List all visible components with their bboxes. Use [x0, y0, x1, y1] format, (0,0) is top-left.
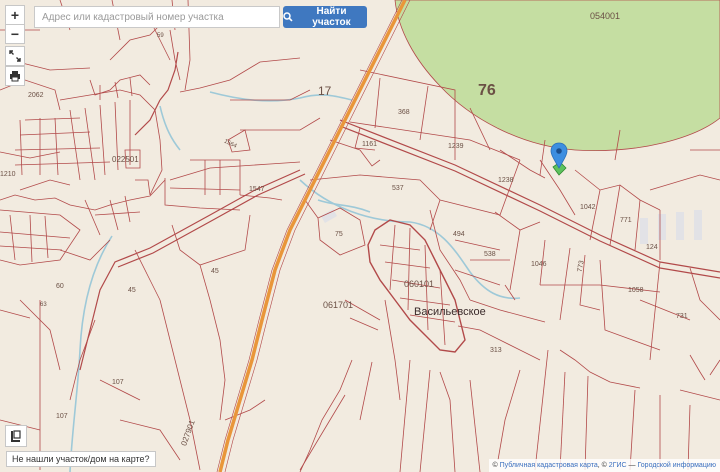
- print-icon: [10, 71, 20, 82]
- map-label: 75: [335, 231, 343, 238]
- map-pin-dot: [556, 148, 562, 154]
- attribution-sep: , ©: [597, 462, 609, 469]
- map-label: 1046: [531, 261, 547, 268]
- attribution-link-cadastre[interactable]: Публичная кадастровая карта: [500, 462, 598, 469]
- map-label: 107: [56, 413, 68, 420]
- not-found-button[interactable]: Не нашли участок/дом на карте?: [6, 451, 156, 467]
- map-label: 538: [484, 251, 496, 258]
- map-label: 60: [56, 283, 64, 290]
- map-label: 494: [453, 231, 465, 238]
- map-label: 537: [392, 185, 404, 192]
- expand-icon: [9, 50, 21, 62]
- map-label: 731: [676, 313, 688, 320]
- map-label: 022501: [112, 155, 139, 164]
- layers-icon: [11, 430, 21, 442]
- map-label: 76: [478, 82, 496, 99]
- attribution-sep: —: [626, 462, 638, 469]
- map-label: 45: [128, 287, 136, 294]
- zoom-in-button[interactable]: +: [5, 5, 25, 25]
- map-label: 368: [398, 109, 410, 116]
- map-label: 1547: [249, 186, 265, 193]
- map-label: 1239: [448, 143, 464, 150]
- map-label: 124: [646, 244, 658, 251]
- attribution-link-2gis[interactable]: 2ГИС: [609, 462, 627, 469]
- map-canvas[interactable]: 054001 76 17 022501 060101 061701 027901…: [0, 0, 720, 472]
- map-label: 63: [40, 302, 47, 308]
- print-button[interactable]: [5, 66, 25, 86]
- fullscreen-button[interactable]: [5, 46, 25, 66]
- map-label: 1210: [0, 171, 16, 178]
- attribution-prefix: ©: [492, 462, 500, 469]
- layers-button[interactable]: [5, 425, 27, 447]
- map-label: 061701: [323, 300, 353, 310]
- map-label: 107: [112, 379, 124, 386]
- map-label: 1058: [628, 287, 644, 294]
- village-label: Васильевское: [414, 306, 486, 318]
- map-label: 45: [211, 268, 219, 275]
- find-parcel-label: Найти участок: [312, 6, 351, 28]
- map-label: 771: [620, 217, 632, 224]
- map-label: 17: [318, 84, 332, 98]
- map-label: 054001: [590, 11, 620, 21]
- attribution: © Публичная кадастровая карта, © 2ГИС — …: [488, 459, 720, 472]
- map-label: 2062: [28, 92, 44, 99]
- map-label: 313: [490, 347, 502, 354]
- map-label: 1238: [498, 177, 514, 184]
- map-label: 060101: [404, 279, 434, 289]
- map-label: 59: [157, 33, 164, 39]
- zoom-in-icon: +: [10, 7, 20, 23]
- map-label: 1161: [362, 141, 377, 148]
- attribution-link-city[interactable]: Городской информацию: [637, 462, 716, 469]
- search-input[interactable]: [34, 6, 280, 28]
- zoom-out-button[interactable]: −: [5, 24, 25, 44]
- map-label: 1042: [580, 204, 596, 211]
- find-parcel-button[interactable]: Найти участок: [283, 6, 367, 28]
- cadastral-map[interactable]: 054001 76 17 022501 060101 061701 027901…: [0, 0, 720, 472]
- zoom-out-icon: −: [10, 26, 20, 42]
- search-icon: [283, 12, 293, 22]
